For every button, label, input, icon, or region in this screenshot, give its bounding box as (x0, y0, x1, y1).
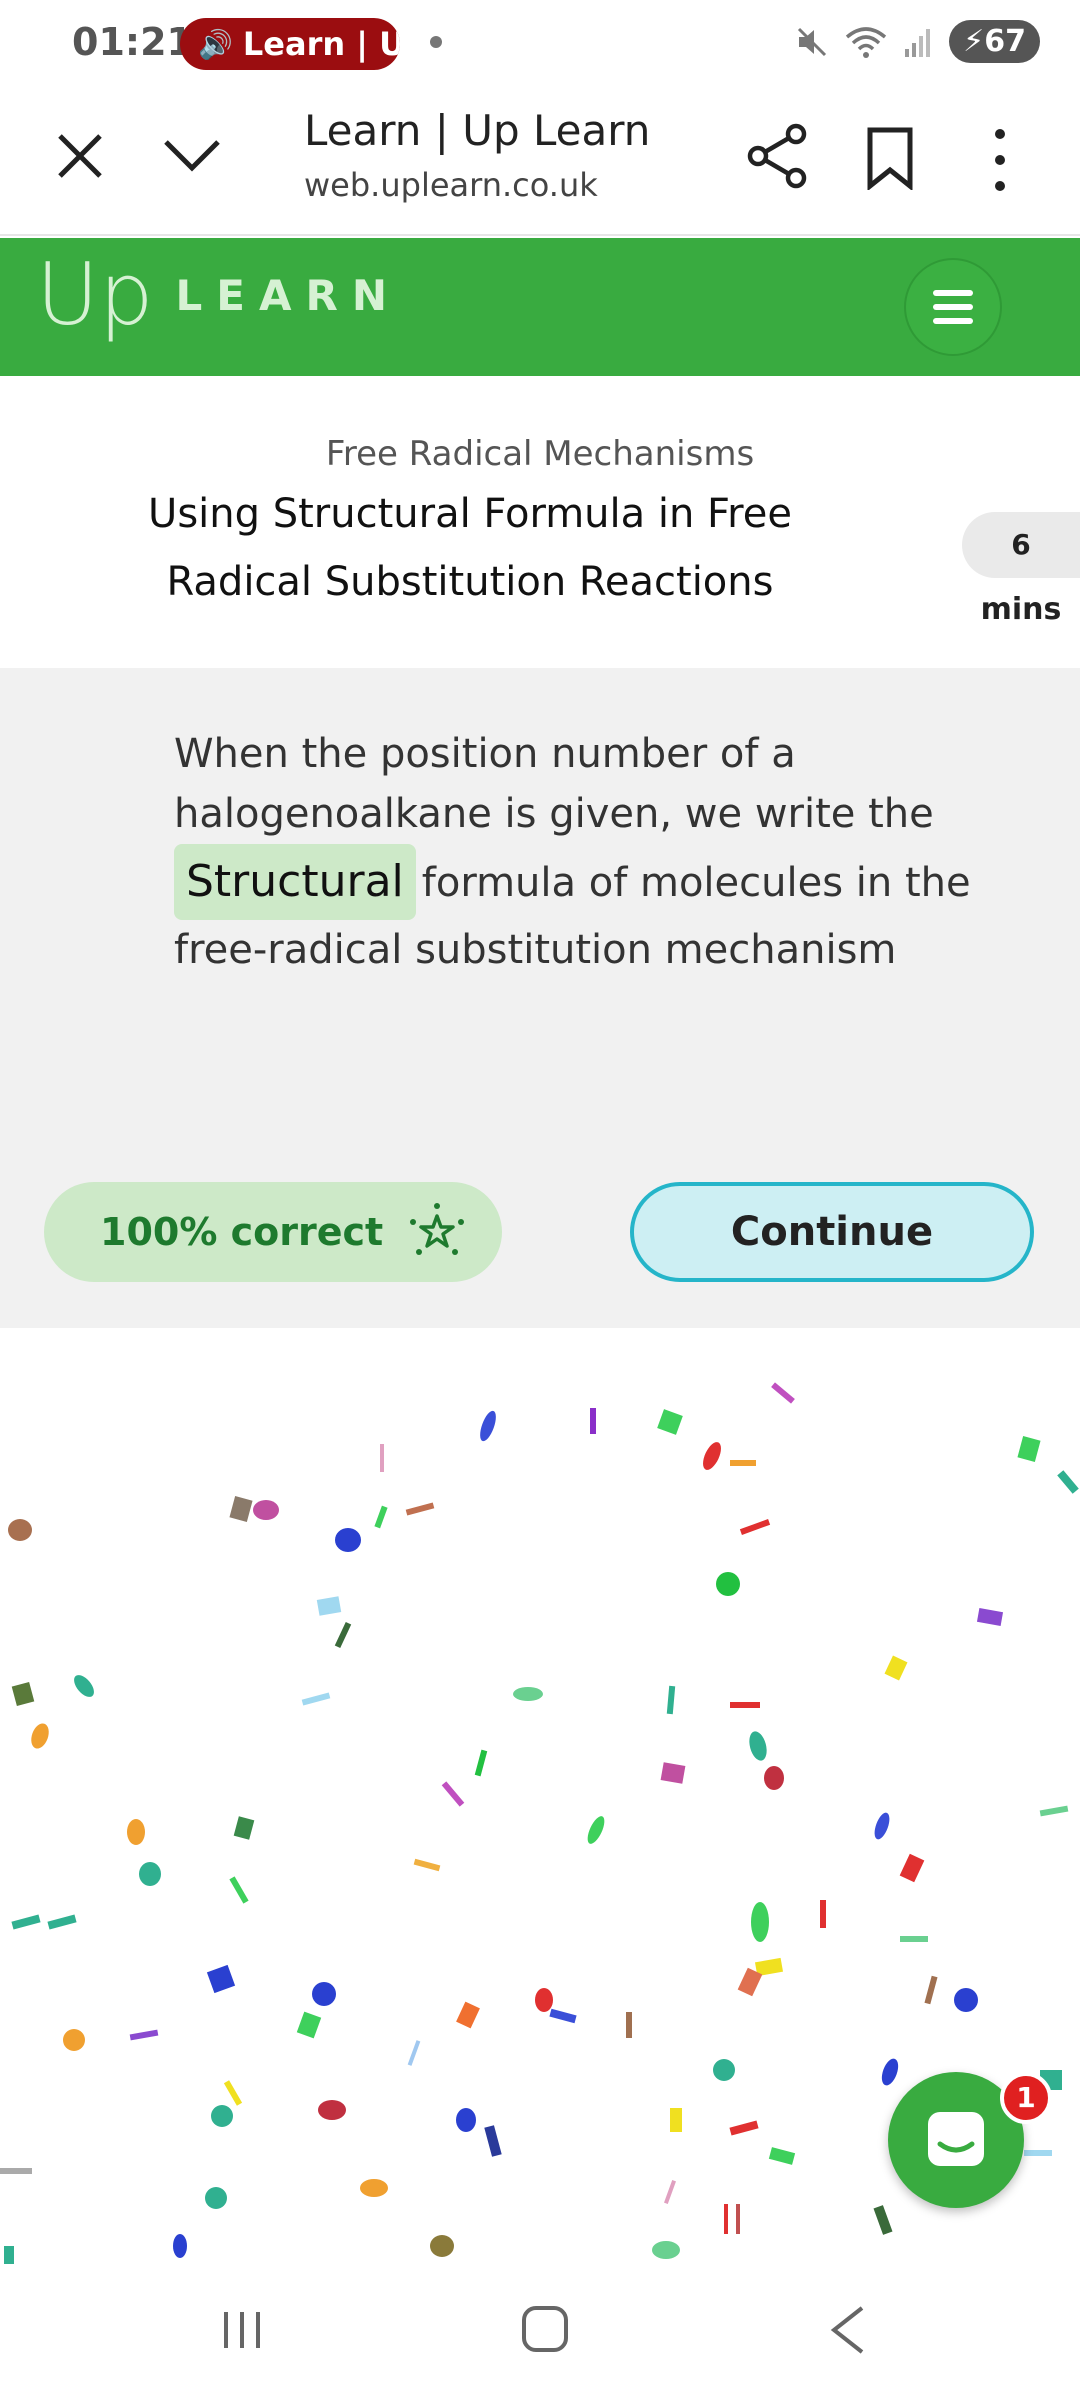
chevron-down-icon[interactable] (160, 132, 224, 180)
hamburger-line (933, 318, 973, 324)
score-label: 100% correct (100, 1210, 384, 1254)
notification-badge: 1 (1000, 2072, 1052, 2124)
share-icon[interactable] (744, 122, 812, 190)
status-time: 01:21 (72, 20, 193, 64)
lesson-title: Using Structural Formula in Free Radical… (148, 491, 792, 605)
page-title: Learn | Up Learn (304, 106, 651, 155)
logo-learn-text: LEARN (175, 270, 401, 320)
mute-icon (798, 27, 827, 56)
notification-dot (430, 36, 442, 48)
back-icon[interactable] (826, 2304, 870, 2356)
wifi-icon (846, 26, 887, 58)
bookmark-icon[interactable] (862, 126, 918, 190)
answer-chip: Structural (174, 844, 416, 920)
star-burst-icon (410, 1203, 465, 1255)
continue-button[interactable]: Continue (630, 1182, 1034, 1282)
menu-button[interactable] (904, 258, 1002, 356)
status-bar: 01:21 🔊 Learn | U ⚡67 (0, 0, 1080, 92)
hamburger-line (933, 290, 973, 296)
system-navigation-bar (0, 2264, 1080, 2400)
status-icons: ⚡67 (795, 20, 1040, 63)
question-card: When the position number of a halogenoal… (0, 668, 1080, 1328)
page-url[interactable]: web.uplearn.co.uk (304, 166, 598, 204)
question-text: When the position number of a halogenoal… (174, 724, 1034, 980)
question-text-before: When the position number of a halogenoal… (174, 731, 934, 837)
media-playing-pill[interactable]: 🔊 Learn | U (180, 18, 400, 70)
more-options-icon[interactable] (980, 124, 1020, 196)
app-header: Up LEARN (0, 238, 1080, 376)
recent-apps-icon[interactable] (220, 2308, 264, 2352)
browser-toolbar: Learn | Up Learn web.uplearn.co.uk (0, 92, 1080, 236)
up-learn-logo[interactable]: Up LEARN (36, 252, 401, 338)
media-pill-text: Learn | U (242, 25, 400, 63)
hamburger-line (933, 304, 973, 310)
speaker-icon: 🔊 (198, 27, 233, 61)
duration-label: mins (980, 592, 1062, 627)
close-icon[interactable] (52, 128, 108, 184)
home-icon[interactable] (520, 2304, 570, 2354)
logo-up-text: Up (36, 245, 154, 345)
battery-level: 67 (984, 24, 1026, 59)
score-badge: 100% correct (44, 1182, 502, 1282)
lesson-header: Free Radical Mechanisms Using Structural… (0, 376, 1080, 668)
signal-icon (905, 28, 931, 57)
duration-badge: 6 (962, 512, 1080, 578)
lesson-topic: Free Radical Mechanisms (325, 434, 755, 474)
battery-indicator: ⚡67 (949, 20, 1040, 63)
